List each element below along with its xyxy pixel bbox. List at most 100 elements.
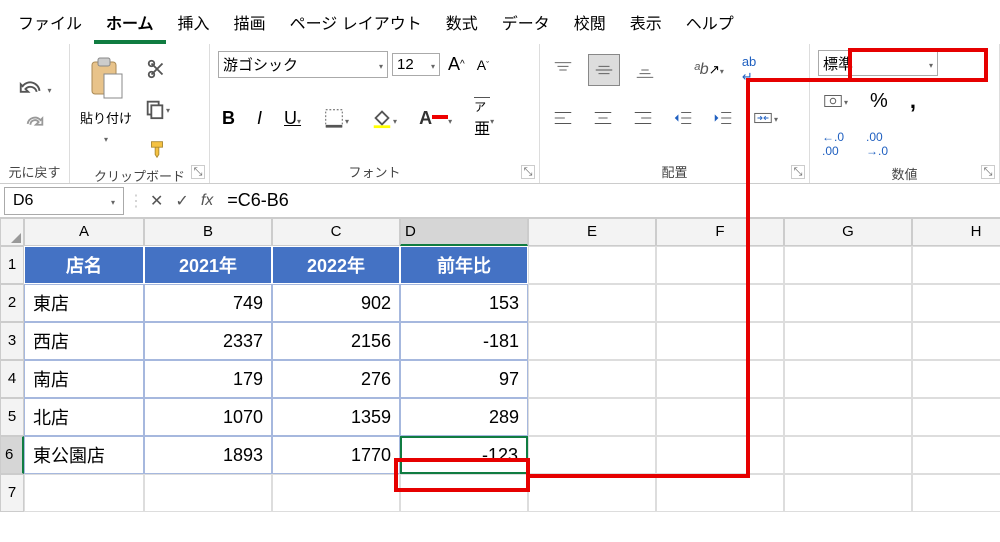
- number-launcher[interactable]: ⤡: [981, 165, 995, 179]
- cell[interactable]: [912, 360, 1000, 398]
- indent-increase-button[interactable]: [708, 103, 738, 133]
- cell[interactable]: 179: [144, 360, 272, 398]
- spreadsheet-grid[interactable]: A B C D E F G H 1 店名 2021年 2022年 前年比 2 東…: [0, 218, 1000, 512]
- cell[interactable]: 153: [400, 284, 528, 322]
- cell[interactable]: 1359: [272, 398, 400, 436]
- cell[interactable]: [784, 360, 912, 398]
- clipboard-launcher[interactable]: ⤡: [191, 165, 205, 179]
- cell[interactable]: 前年比: [400, 246, 528, 284]
- merge-button[interactable]: [748, 103, 782, 133]
- font-size-select[interactable]: 12: [392, 53, 440, 76]
- fx-button[interactable]: fx: [195, 192, 219, 210]
- cell[interactable]: [784, 398, 912, 436]
- col-header-E[interactable]: E: [528, 218, 656, 246]
- menu-review[interactable]: 校閲: [562, 4, 618, 44]
- menu-data[interactable]: データ: [490, 4, 562, 44]
- menu-view[interactable]: 表示: [618, 4, 674, 44]
- redo-button[interactable]: [20, 107, 50, 137]
- cell-active[interactable]: -123: [400, 436, 528, 474]
- cell[interactable]: [912, 284, 1000, 322]
- col-header-A[interactable]: A: [24, 218, 144, 246]
- cell[interactable]: 2021年: [144, 246, 272, 284]
- cell[interactable]: [912, 474, 1000, 512]
- cell[interactable]: 店名: [24, 246, 144, 284]
- fill-color-button[interactable]: [367, 103, 401, 133]
- col-header-F[interactable]: F: [656, 218, 784, 246]
- underline-button[interactable]: U: [280, 104, 305, 133]
- percent-button[interactable]: %: [866, 86, 892, 117]
- cell[interactable]: 97: [400, 360, 528, 398]
- menu-help[interactable]: ヘルプ: [674, 4, 746, 44]
- align-left-button[interactable]: [548, 103, 578, 133]
- cell[interactable]: 289: [400, 398, 528, 436]
- cell[interactable]: 2022年: [272, 246, 400, 284]
- orientation-button[interactable]: ᵃb↗: [690, 57, 728, 83]
- cell[interactable]: 1770: [272, 436, 400, 474]
- menu-file[interactable]: ファイル: [6, 4, 94, 44]
- align-top-button[interactable]: [548, 55, 578, 85]
- cut-button[interactable]: [140, 54, 174, 84]
- menu-insert[interactable]: 挿入: [166, 4, 222, 44]
- cell[interactable]: [528, 474, 656, 512]
- row-header-3[interactable]: 3: [0, 322, 24, 360]
- border-button[interactable]: [319, 103, 353, 133]
- menu-home[interactable]: ホーム: [94, 4, 166, 44]
- row-header-7[interactable]: 7: [0, 474, 24, 512]
- select-all-corner[interactable]: [0, 218, 24, 246]
- cell[interactable]: 2156: [272, 322, 400, 360]
- cell[interactable]: 1893: [144, 436, 272, 474]
- cell[interactable]: [912, 322, 1000, 360]
- cell[interactable]: [912, 436, 1000, 474]
- cell[interactable]: [528, 246, 656, 284]
- cell[interactable]: [656, 436, 784, 474]
- cell[interactable]: 1070: [144, 398, 272, 436]
- accept-formula-button[interactable]: ✓: [169, 191, 194, 211]
- cell[interactable]: 749: [144, 284, 272, 322]
- decrease-decimal-button[interactable]: .00→.0: [862, 126, 892, 162]
- phonetic-button[interactable]: ア亜: [470, 93, 498, 143]
- align-right-button[interactable]: [628, 103, 658, 133]
- chevron-down-icon[interactable]: [104, 129, 108, 147]
- cell[interactable]: [656, 246, 784, 284]
- name-box[interactable]: D6: [4, 187, 124, 215]
- cell[interactable]: [528, 360, 656, 398]
- increase-decimal-button[interactable]: ←.0.00: [818, 126, 848, 162]
- font-name-select[interactable]: 游ゴシック: [218, 51, 388, 78]
- cell[interactable]: 東店: [24, 284, 144, 322]
- format-painter-button[interactable]: [140, 134, 174, 164]
- cell[interactable]: [656, 360, 784, 398]
- currency-button[interactable]: [818, 86, 852, 116]
- shrink-font-button[interactable]: Aˇ: [473, 53, 493, 77]
- cell[interactable]: 276: [272, 360, 400, 398]
- font-launcher[interactable]: ⤡: [521, 165, 535, 179]
- italic-button[interactable]: I: [253, 104, 266, 133]
- row-header-2[interactable]: 2: [0, 284, 24, 322]
- col-header-D[interactable]: D: [400, 218, 528, 246]
- cell[interactable]: [144, 474, 272, 512]
- cell[interactable]: [656, 398, 784, 436]
- align-bottom-button[interactable]: [630, 55, 660, 85]
- cell[interactable]: [912, 398, 1000, 436]
- undo-button[interactable]: [13, 73, 55, 105]
- grow-font-button[interactable]: A^: [444, 50, 469, 79]
- cell[interactable]: [784, 322, 912, 360]
- col-header-H[interactable]: H: [912, 218, 1000, 246]
- cell[interactable]: [272, 474, 400, 512]
- col-header-B[interactable]: B: [144, 218, 272, 246]
- cell[interactable]: [656, 284, 784, 322]
- font-color-button[interactable]: A: [415, 104, 456, 133]
- col-header-G[interactable]: G: [784, 218, 912, 246]
- cell[interactable]: [528, 436, 656, 474]
- cell[interactable]: [528, 322, 656, 360]
- cell[interactable]: 北店: [24, 398, 144, 436]
- menu-draw[interactable]: 描画: [222, 4, 278, 44]
- cancel-formula-button[interactable]: ✕: [144, 191, 169, 211]
- align-launcher[interactable]: ⤡: [791, 165, 805, 179]
- cell[interactable]: [784, 474, 912, 512]
- cell[interactable]: 902: [272, 284, 400, 322]
- menu-pagelayout[interactable]: ページ レイアウト: [278, 4, 434, 44]
- formula-input[interactable]: [219, 186, 1000, 215]
- wrap-text-button[interactable]: ab↵: [738, 50, 760, 89]
- cell[interactable]: 西店: [24, 322, 144, 360]
- row-header-1[interactable]: 1: [0, 246, 24, 284]
